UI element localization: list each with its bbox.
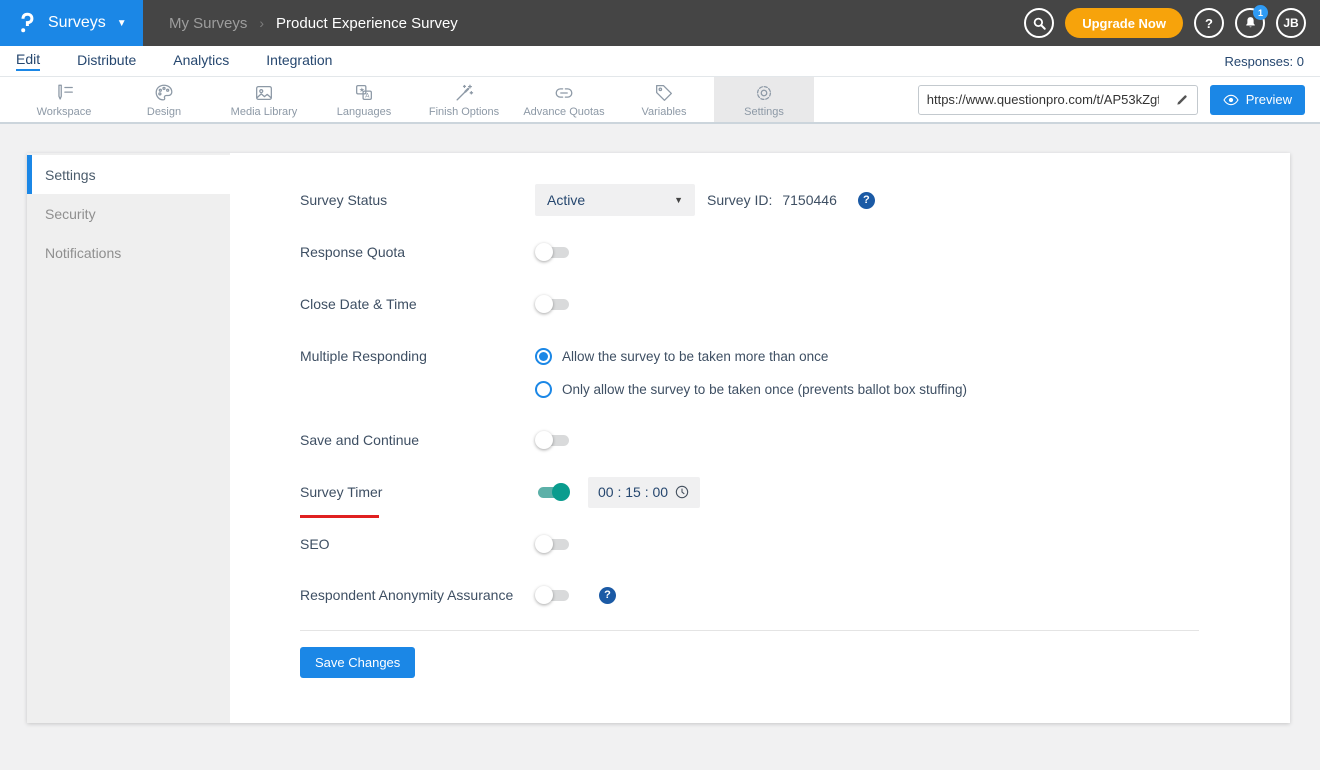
save-and-continue-label: Save and Continue bbox=[300, 432, 420, 448]
top-bar: Surveys ▼ My Surveys › Product Experienc… bbox=[0, 0, 1320, 46]
row-seo: SEO bbox=[300, 528, 571, 560]
survey-timer-toggle[interactable] bbox=[535, 482, 571, 502]
breadcrumb-parent[interactable]: My Surveys bbox=[169, 15, 247, 32]
section-tabs: Edit Distribute Analytics Integration Re… bbox=[0, 46, 1320, 77]
toolbar-item-settings[interactable]: Settings bbox=[714, 77, 814, 122]
toolbar-item-media-library[interactable]: Media Library bbox=[214, 77, 314, 122]
survey-url-input[interactable] bbox=[918, 92, 1167, 107]
toolbar-item-workspace[interactable]: Workspace bbox=[14, 77, 114, 122]
question-mark-icon: ? bbox=[1205, 15, 1213, 31]
red-underline-highlight bbox=[300, 515, 379, 518]
radio-selected-icon bbox=[535, 347, 552, 365]
content-divider bbox=[300, 630, 1199, 631]
svg-text:★: ★ bbox=[359, 86, 365, 94]
tab-edit[interactable]: Edit bbox=[16, 51, 41, 71]
close-date-time-label: Close Date & Time bbox=[300, 296, 417, 312]
product-switcher[interactable]: Surveys ▼ bbox=[0, 0, 143, 46]
save-changes-button[interactable]: Save Changes bbox=[300, 647, 416, 678]
radio-option-multiple-allowed[interactable]: Allow the survey to be taken more than o… bbox=[535, 347, 828, 365]
gear-icon bbox=[753, 82, 775, 104]
eye-icon bbox=[1223, 94, 1239, 106]
breadcrumb: My Surveys › Product Experience Survey bbox=[169, 15, 458, 32]
multiple-responding-label: Multiple Responding bbox=[300, 348, 427, 364]
avatar[interactable]: JB bbox=[1276, 8, 1306, 38]
toolbar-item-variables[interactable]: Variables bbox=[614, 77, 714, 122]
survey-timer-label: Survey Timer bbox=[300, 484, 383, 500]
seo-toggle[interactable] bbox=[535, 534, 571, 554]
sidebar-item-settings[interactable]: Settings bbox=[27, 155, 230, 194]
radio-unselected-icon bbox=[535, 380, 552, 398]
toolbar-item-advance-quotas[interactable]: Advance Quotas bbox=[514, 77, 614, 122]
page-title: Product Experience Survey bbox=[276, 14, 458, 32]
row-survey-status: Survey Status Active ▼ Survey ID: 715044… bbox=[300, 184, 875, 216]
row-respondent-anonymity: Respondent Anonymity Assurance ? bbox=[300, 579, 616, 611]
breadcrumb-separator-icon: › bbox=[259, 15, 265, 31]
chevron-down-icon: ▼ bbox=[116, 17, 127, 29]
toolbar-item-finish-options[interactable]: Finish Options bbox=[414, 77, 514, 122]
translate-icon: ★ A bbox=[353, 82, 375, 104]
edit-url-pencil-icon[interactable] bbox=[1167, 86, 1197, 114]
svg-text:A: A bbox=[365, 91, 370, 99]
search-button[interactable] bbox=[1024, 8, 1055, 38]
product-name: Surveys bbox=[48, 14, 106, 31]
close-date-time-toggle[interactable] bbox=[535, 294, 571, 314]
responses-count: Responses: 0 bbox=[1224, 53, 1305, 69]
respondent-anonymity-toggle[interactable] bbox=[535, 585, 571, 605]
toolbar-right: Preview bbox=[917, 84, 1305, 115]
row-multiple-responding: Multiple Responding Allow the survey to … bbox=[300, 340, 828, 372]
response-quota-label: Response Quota bbox=[300, 244, 406, 260]
magic-wand-icon bbox=[453, 82, 475, 104]
radio-option-once-only[interactable]: Only allow the survey to be taken once (… bbox=[535, 380, 967, 398]
respondent-anonymity-label: Respondent Anonymity Assurance bbox=[300, 587, 514, 603]
avatar-initials: JB bbox=[1283, 16, 1299, 30]
survey-status-label: Survey Status bbox=[300, 192, 388, 208]
palette-icon bbox=[153, 82, 175, 104]
tab-integration[interactable]: Integration bbox=[266, 52, 332, 70]
settings-content: Survey Status Active ▼ Survey ID: 715044… bbox=[230, 153, 1290, 723]
settings-card: Settings Security Notifications Survey S… bbox=[27, 153, 1290, 723]
sidebar-item-security[interactable]: Security bbox=[27, 194, 230, 233]
survey-id-help-icon[interactable]: ? bbox=[857, 191, 875, 209]
edit-toolbar: Workspace Design Media Library ★ A Langua… bbox=[0, 77, 1320, 124]
settings-sidebar: Settings Security Notifications bbox=[27, 153, 230, 723]
upgrade-now-button[interactable]: Upgrade Now bbox=[1065, 8, 1183, 38]
workspace-icon bbox=[53, 82, 75, 104]
row-response-quota: Response Quota bbox=[300, 236, 571, 268]
survey-timer-time-input[interactable]: 00 : 15 : 00 bbox=[588, 476, 700, 508]
link-icon bbox=[553, 82, 575, 104]
survey-id-value: 7150446 bbox=[782, 192, 837, 208]
search-icon bbox=[1032, 16, 1047, 31]
notifications-button[interactable]: 1 bbox=[1235, 5, 1268, 38]
survey-status-select[interactable]: Active ▼ bbox=[535, 184, 695, 216]
seo-label: SEO bbox=[300, 536, 330, 552]
sidebar-item-notifications[interactable]: Notifications bbox=[27, 233, 230, 272]
top-bar-actions: Upgrade Now ? 1 JB bbox=[1024, 5, 1306, 38]
survey-id-label: Survey ID: bbox=[707, 192, 773, 208]
response-quota-toggle[interactable] bbox=[535, 242, 571, 262]
toolbar-item-languages[interactable]: ★ A Languages bbox=[314, 77, 414, 122]
row-survey-timer: Survey Timer 00 : 15 : 00 bbox=[300, 476, 700, 518]
tab-analytics[interactable]: Analytics bbox=[173, 52, 229, 70]
save-and-continue-toggle[interactable] bbox=[535, 430, 571, 450]
notification-count-badge: 1 bbox=[1253, 5, 1268, 20]
image-icon bbox=[253, 82, 275, 104]
top-bar-main: My Surveys › Product Experience Survey U… bbox=[143, 0, 1320, 46]
clock-icon bbox=[674, 484, 690, 500]
row-multiple-responding-option2: Only allow the survey to be taken once (… bbox=[300, 373, 967, 405]
toolbar-item-design[interactable]: Design bbox=[114, 77, 214, 122]
row-save-and-continue: Save and Continue bbox=[300, 424, 571, 456]
row-close-date-time: Close Date & Time bbox=[300, 288, 571, 320]
tag-icon bbox=[653, 82, 675, 104]
help-button[interactable]: ? bbox=[1194, 8, 1224, 38]
respondent-anonymity-help-icon[interactable]: ? bbox=[599, 586, 616, 604]
preview-button[interactable]: Preview bbox=[1209, 84, 1305, 115]
questionpro-logo-icon bbox=[15, 11, 39, 35]
chevron-down-icon: ▼ bbox=[674, 195, 683, 205]
tab-distribute[interactable]: Distribute bbox=[77, 52, 136, 70]
survey-url-field bbox=[917, 84, 1198, 115]
